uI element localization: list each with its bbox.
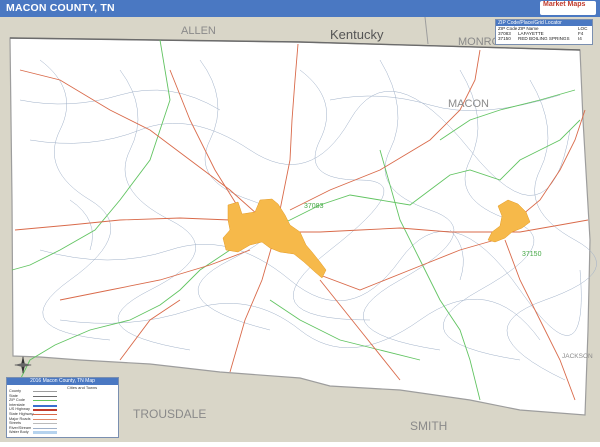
- jackson-label: JACKSON: [562, 353, 593, 360]
- macon-label: MACON: [448, 98, 489, 110]
- logo-text: Market Maps: [543, 1, 586, 8]
- publisher-logo: Market Maps: [540, 1, 596, 15]
- zip-locator-row: 37150 RED BOILING SPRINGS I4: [496, 36, 592, 41]
- trousdale-label: TROUSDALE: [133, 407, 206, 421]
- legend-item: Water Body: [7, 430, 118, 435]
- map-header: MACON COUNTY, TN Market Maps: [0, 0, 600, 17]
- smith-label: SMITH: [410, 419, 447, 433]
- kentucky-label: Kentucky: [330, 27, 384, 42]
- map-legend: 2016 Macon County, TN Map Cities and Tow…: [6, 377, 119, 438]
- zip-locator-table: ZIP Code/Place/Grid Locator ZIP Code ZIP…: [495, 19, 593, 45]
- zip-code: 37150: [498, 36, 511, 41]
- legend-title: 2016 Macon County, TN Map: [7, 378, 118, 385]
- map-title: MACON COUNTY, TN: [6, 2, 115, 14]
- zip-loc: I4: [578, 36, 582, 41]
- zip-name: RED BOILING SPRINGS: [518, 36, 570, 41]
- allen-label: ALLEN: [181, 25, 216, 37]
- zip-37150-label: 37150: [522, 251, 542, 258]
- zip-37083-label: 37083: [304, 203, 324, 210]
